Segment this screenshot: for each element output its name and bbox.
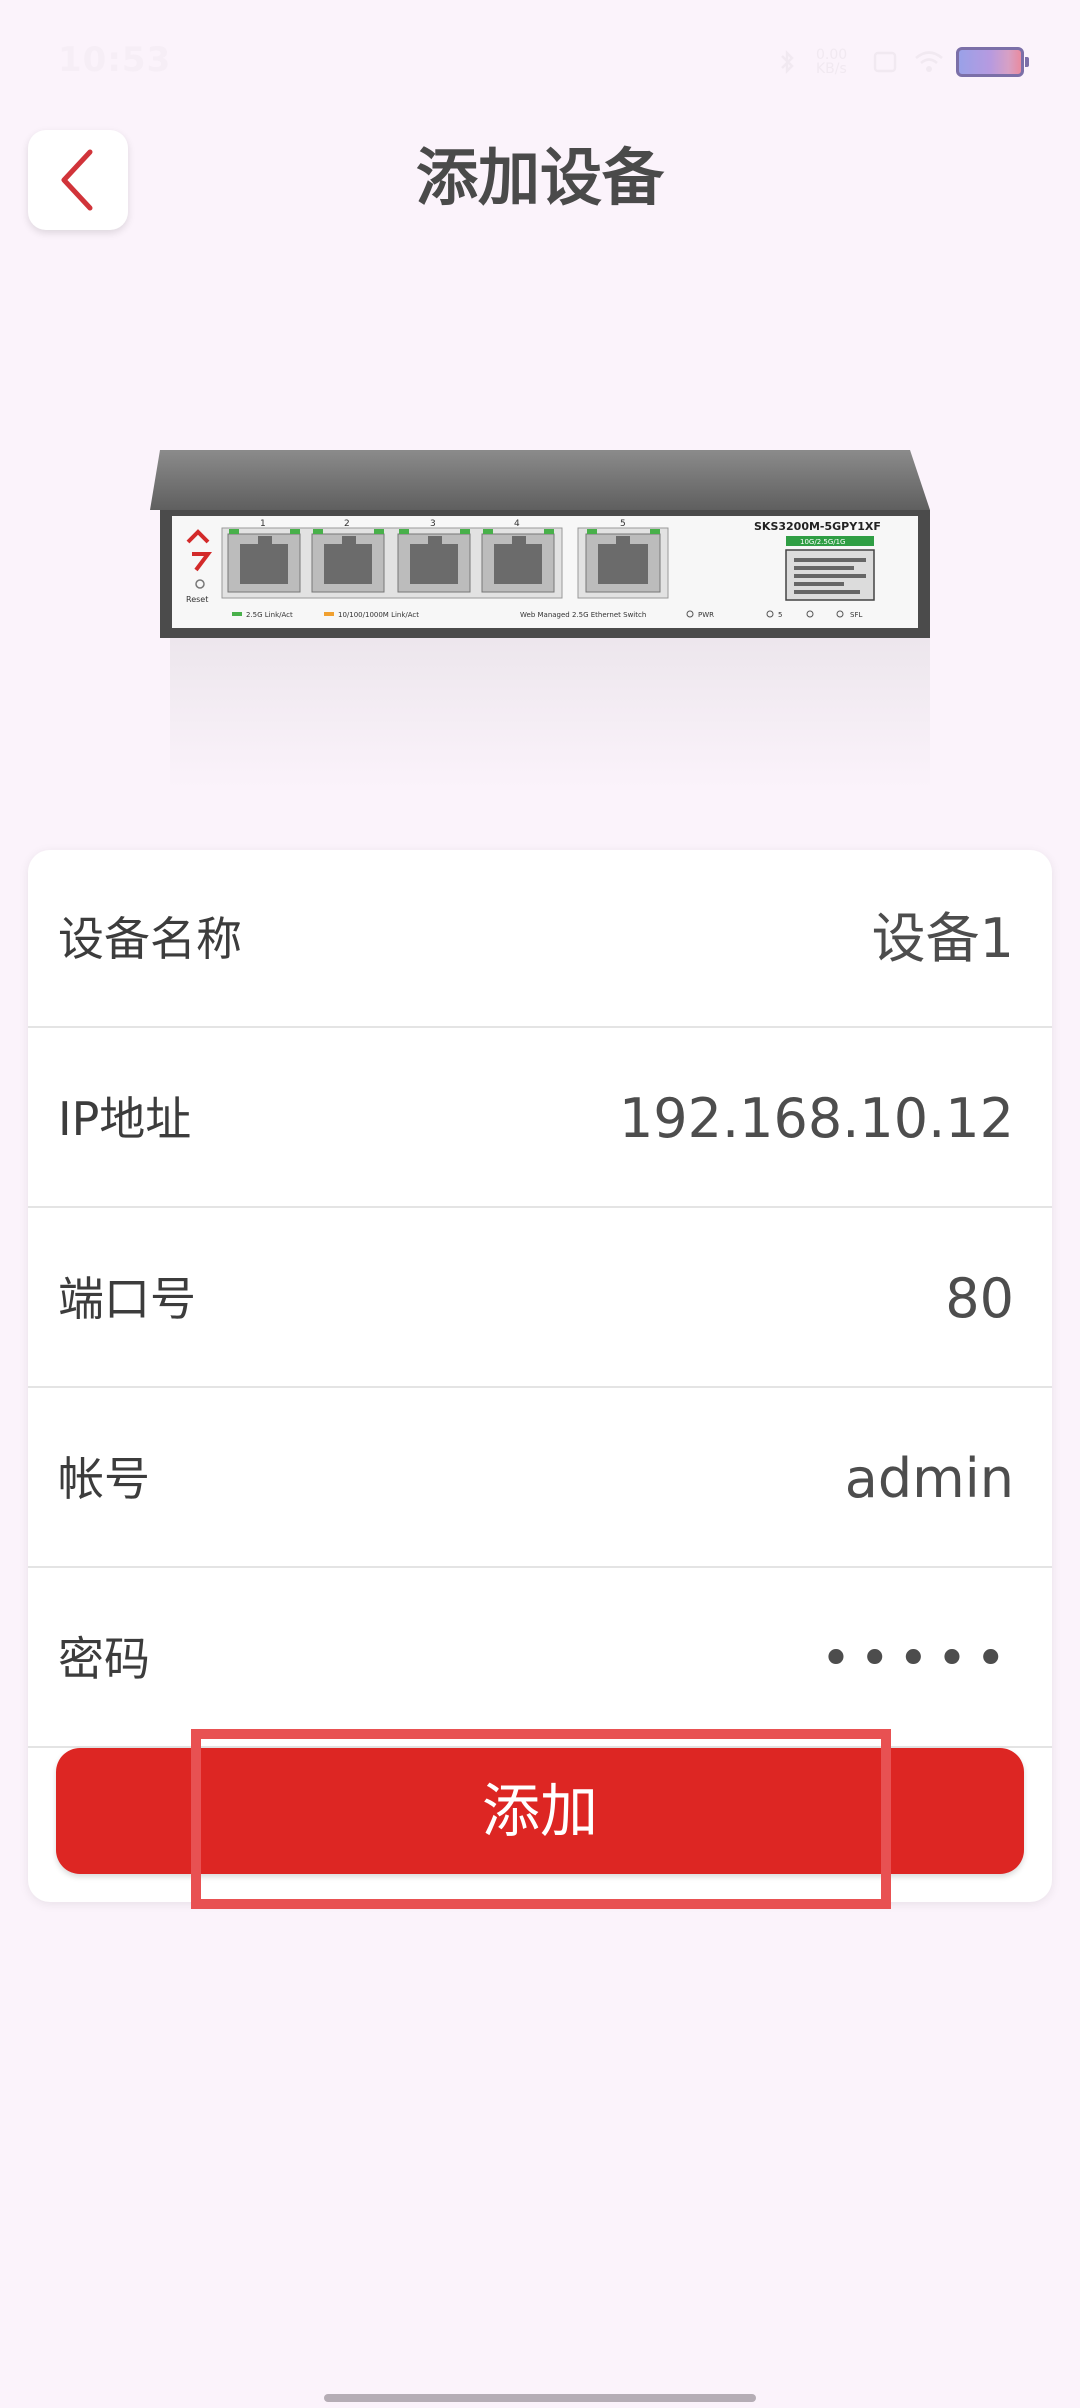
- port-number: 1: [260, 519, 266, 529]
- password-row[interactable]: 密码 •••••: [28, 1570, 1052, 1748]
- legend-text: Web Managed 2.5G Ethernet Switch: [520, 611, 646, 619]
- password-field[interactable]: •••••: [821, 1570, 1014, 1748]
- port-number: 5: [620, 519, 626, 529]
- port-number: 3: [430, 519, 436, 529]
- notification-icon: [872, 49, 898, 75]
- indicator-label: 5: [778, 611, 782, 619]
- port-field[interactable]: 80: [945, 1210, 1014, 1388]
- port-number: 2: [344, 519, 350, 529]
- legend-text: 10/100/1000M Link/Act: [338, 611, 419, 619]
- port-label: 端口号: [58, 1272, 196, 1326]
- battery-icon: [956, 47, 1029, 77]
- wifi-icon: [914, 49, 943, 75]
- ip-address-row[interactable]: IP地址 192.168.10.12: [28, 1030, 1052, 1208]
- reset-label: Reset: [186, 595, 208, 604]
- indicator-label: SFL: [850, 611, 862, 619]
- ip-address-label: IP地址: [58, 1092, 192, 1146]
- speed-tag: 10G/2.5G/1G: [800, 538, 845, 546]
- page-title: 添加设备: [415, 141, 664, 214]
- highlight-box: [191, 1729, 891, 1909]
- model-label: SKS3200M-5GPY1XF: [754, 520, 881, 533]
- status-bar: 10:53 0.00 KB/s: [0, 0, 1080, 120]
- password-label: 密码: [58, 1632, 150, 1686]
- ethernet-ports: [221, 527, 669, 599]
- port-row[interactable]: 端口号 80: [28, 1210, 1052, 1388]
- status-time: 10:53: [58, 40, 172, 80]
- network-speed-icon: 0.00 KB/s: [816, 47, 848, 77]
- home-indicator[interactable]: [324, 2394, 756, 2402]
- account-row[interactable]: 帐号 admin: [28, 1390, 1052, 1568]
- device-name-label: 设备名称: [58, 912, 242, 966]
- account-label: 帐号: [58, 1452, 150, 1506]
- legend-text: 2.5G Link/Act: [246, 611, 293, 619]
- account-field[interactable]: admin: [845, 1390, 1014, 1568]
- ip-address-field[interactable]: 192.168.10.12: [619, 1030, 1014, 1208]
- port-number: 4: [514, 519, 520, 529]
- add-device-screen: 10:53 0.00 KB/s 添加设备 Reset 1 2 3 4 5 SKS…: [0, 0, 1080, 2408]
- device-name-field[interactable]: 设备1: [872, 850, 1014, 1028]
- status-icons: 0.00 KB/s: [774, 44, 1029, 80]
- indicator-label: PWR: [698, 611, 714, 619]
- bluetooth-icon: [774, 49, 800, 75]
- device-name-row[interactable]: 设备名称 设备1: [28, 850, 1052, 1028]
- device-image: Reset 1 2 3 4 5 SKS3200M-5GPY1XF 10G/2.5…: [150, 450, 930, 788]
